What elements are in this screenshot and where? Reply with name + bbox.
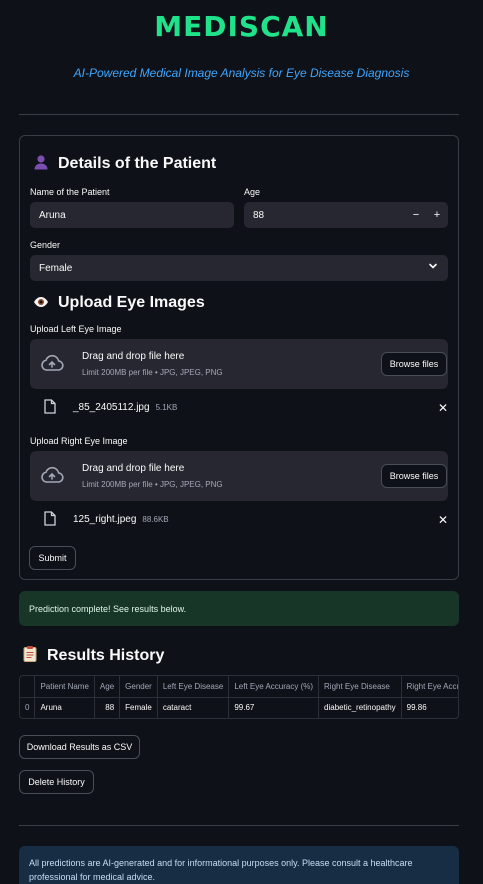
- right-dropzone-limit: Limit 200MB per file • JPG, JPEG, PNG: [82, 480, 223, 489]
- upload-title: Upload Eye Images: [58, 294, 205, 311]
- success-alert: Prediction complete! See results below.: [19, 591, 459, 626]
- table-cell: cataract: [157, 697, 230, 718]
- upload-heading: Upload Eye Images: [32, 294, 205, 312]
- right-uploaded-file: 125_right.jpeg 88.6KB ✕: [30, 510, 448, 530]
- person-icon: [32, 154, 50, 174]
- patient-form-card: Details of the Patient Name of the Patie…: [19, 135, 459, 580]
- name-label: Name of the Patient: [30, 187, 110, 197]
- age-value: 88: [253, 209, 265, 221]
- eye-icon: [32, 295, 50, 312]
- left-browse-files-button[interactable]: Browse files: [381, 352, 447, 376]
- table-cell: 99.86: [401, 697, 458, 718]
- left-dropzone-limit: Limit 200MB per file • JPG, JPEG, PNG: [82, 368, 223, 377]
- disclaimer-info-box: All predictions are AI-generated and for…: [19, 846, 459, 884]
- right-file-name: 125_right.jpeg: [73, 514, 137, 525]
- cloud-upload-icon: [40, 466, 64, 489]
- left-eye-dropzone[interactable]: Drag and drop file here Limit 200MB per …: [30, 339, 448, 389]
- table-row: 0 Aruna 88 Female cataract 99.67 diabeti…: [20, 697, 458, 718]
- column-header[interactable]: Left Eye Disease: [157, 676, 230, 698]
- right-dropzone-text: Drag and drop file here: [82, 463, 185, 474]
- age-input[interactable]: 88 − +: [244, 202, 448, 228]
- column-header[interactable]: Left Eye Accuracy (%): [228, 676, 320, 698]
- left-file-size: 5.1KB: [155, 403, 178, 412]
- left-file-remove-icon[interactable]: ✕: [438, 401, 448, 415]
- app-subtitle: AI-Powered Medical Image Analysis for Ey…: [73, 66, 410, 80]
- left-file-info: _85_2405112.jpg 5.1KB: [73, 402, 177, 413]
- gender-label: Gender: [30, 240, 61, 250]
- name-input[interactable]: Aruna: [30, 202, 234, 228]
- delete-history-button[interactable]: Delete History: [19, 770, 94, 794]
- right-eye-upload-label: Upload Right Eye Image: [30, 436, 128, 446]
- table-header-row: Patient Name Age Gender Left Eye Disease…: [20, 676, 458, 698]
- table-cell: 99.67: [228, 697, 320, 718]
- results-grid: Patient Name Age Gender Left Eye Disease…: [20, 676, 458, 718]
- download-csv-button[interactable]: Download Results as CSV: [19, 735, 140, 759]
- gender-select[interactable]: Female: [30, 255, 448, 281]
- left-dropzone-text: Drag and drop file here: [82, 351, 185, 362]
- table-cell: diabetic_retinopathy: [318, 697, 402, 718]
- age-label: Age: [244, 187, 261, 197]
- column-header[interactable]: Gender: [119, 676, 158, 698]
- right-file-info: 125_right.jpeg 88.6KB: [73, 514, 169, 525]
- results-heading: Results History: [21, 645, 164, 666]
- top-divider: [19, 114, 459, 115]
- right-file-size: 88.6KB: [142, 515, 169, 524]
- bottom-divider: [19, 825, 459, 826]
- left-file-name: _85_2405112.jpg: [73, 402, 150, 413]
- left-eye-upload-label: Upload Left Eye Image: [30, 324, 122, 334]
- table-cell: 88: [94, 697, 121, 718]
- age-decrement-button[interactable]: −: [407, 202, 425, 228]
- patient-details-heading: Details of the Patient: [32, 154, 216, 174]
- right-eye-dropzone[interactable]: Drag and drop file here Limit 200MB per …: [30, 451, 448, 501]
- column-header[interactable]: Age: [94, 676, 121, 698]
- column-header[interactable]: Patient Name: [34, 676, 95, 698]
- right-file-remove-icon[interactable]: ✕: [438, 513, 448, 527]
- table-cell: Female: [119, 697, 158, 718]
- file-icon: [44, 399, 56, 417]
- patient-details-title: Details of the Patient: [58, 155, 217, 172]
- gender-selected-value: Female: [39, 262, 73, 274]
- clipboard-icon: [21, 645, 39, 666]
- left-uploaded-file: _85_2405112.jpg 5.1KB ✕: [30, 398, 448, 418]
- right-browse-files-button[interactable]: Browse files: [381, 464, 447, 488]
- table-cell: 0: [20, 697, 36, 718]
- column-header[interactable]: Right Eye Disease: [318, 676, 402, 698]
- submit-button[interactable]: Submit: [29, 546, 76, 570]
- age-increment-button[interactable]: +: [428, 202, 446, 228]
- column-header-index: [20, 676, 36, 698]
- chevron-down-icon: [428, 261, 438, 271]
- app-title: MEDISCAN: [154, 10, 329, 43]
- file-icon: [44, 511, 56, 529]
- table-cell: Aruna: [34, 697, 95, 718]
- results-title: Results History: [47, 646, 165, 664]
- results-table[interactable]: Patient Name Age Gender Left Eye Disease…: [19, 675, 459, 719]
- cloud-upload-icon: [40, 354, 64, 377]
- column-header[interactable]: Right Eye Accuracy (%): [401, 676, 458, 698]
